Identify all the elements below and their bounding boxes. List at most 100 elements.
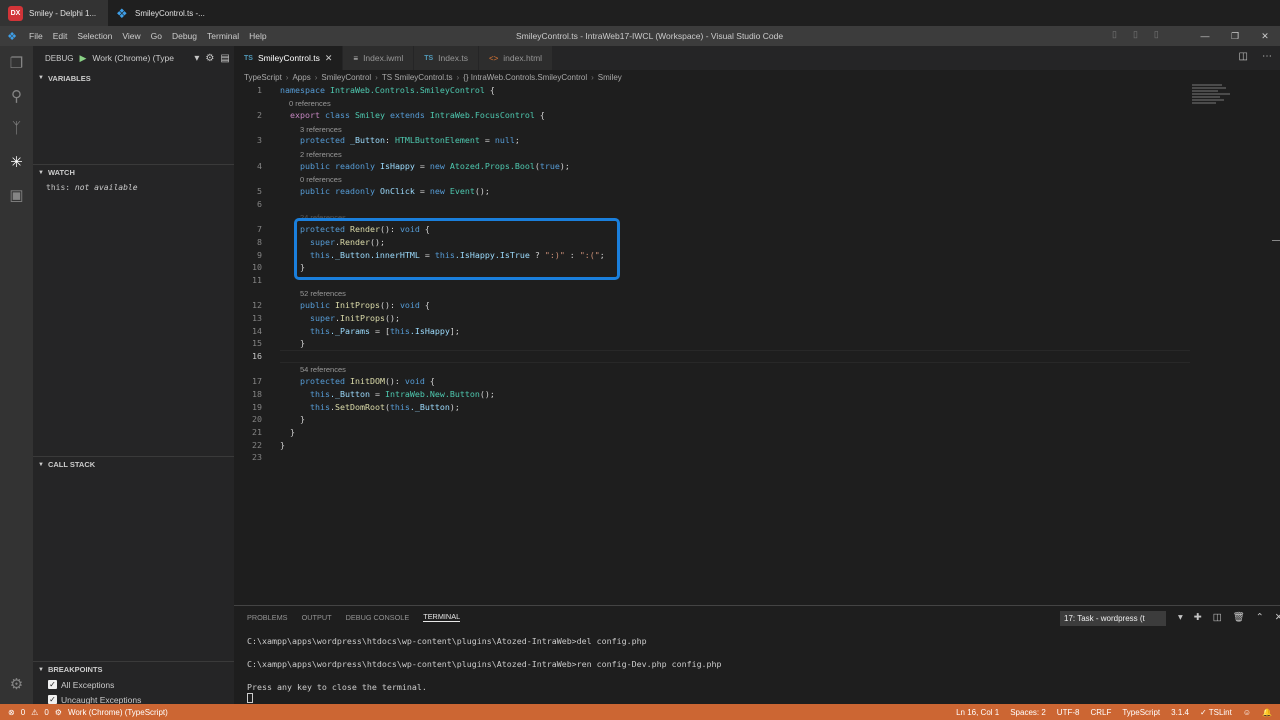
encoding[interactable]: UTF-8 [1057, 708, 1080, 717]
menu-terminal[interactable]: Terminal [202, 31, 244, 41]
breadcrumb-item[interactable]: {} IntraWeb.Controls.SmileyControl [463, 73, 587, 82]
annotation-highlight-box [294, 218, 620, 280]
line-number: 3 [257, 135, 262, 145]
callstack-section-header[interactable]: ▼ CALL STACK [33, 456, 234, 472]
warning-count[interactable]: 0 [44, 708, 48, 717]
editor-actions: ◫ ⋯ [1239, 51, 1272, 62]
indentation[interactable]: Spaces: 2 [1010, 708, 1046, 717]
tab-debug-console[interactable]: DEBUG CONSOLE [346, 613, 410, 622]
menu-go[interactable]: Go [146, 31, 167, 41]
breadcrumb-item[interactable]: TypeScript [244, 73, 282, 82]
cursor-position[interactable]: Ln 16, Col 1 [956, 708, 999, 717]
line-number: 16 [252, 351, 262, 361]
tab-output[interactable]: OUTPUT [302, 613, 332, 622]
watch-value: not available [74, 183, 138, 192]
chevron-down-icon[interactable]: ▾ [194, 53, 199, 64]
warning-icon[interactable]: ⚠ [31, 708, 38, 717]
breadcrumb-item[interactable]: TS SmileyControl.ts [382, 73, 453, 82]
line-number: 21 [252, 427, 262, 437]
watch-section-header[interactable]: ▼ WATCH [33, 164, 234, 180]
layout-icon[interactable]: ▯ [1154, 29, 1159, 40]
checkbox-checked[interactable]: ✓ [48, 695, 57, 704]
error-count[interactable]: 0 [21, 708, 25, 717]
debug-label: DEBUG [45, 53, 74, 63]
minimize-icon[interactable]: — [1190, 26, 1220, 46]
status-debug-config[interactable]: Work (Chrome) (TypeScript) [68, 708, 168, 717]
breadcrumb-item[interactable]: Apps [292, 73, 310, 82]
tab-smileycontrol-ts[interactable]: TS SmileyControl.ts ✕ [234, 46, 344, 70]
menu-edit[interactable]: Edit [48, 31, 73, 41]
checkbox-checked[interactable]: ✓ [48, 680, 57, 689]
taskbar-item-label: Smiley - Delphi 1... [29, 8, 97, 18]
close-window-icon[interactable]: ✕ [1250, 26, 1280, 46]
debug-config-select[interactable]: Work (Chrome) (Type [92, 53, 188, 63]
code-line: protected InitDOM(): void { [300, 376, 435, 386]
debug-sidebar: DEBUG ▶ Work (Chrome) (Type ▾ ⚙ ▤ ▼ VARI… [33, 46, 234, 705]
terminal-instance-select[interactable]: 17: Task - wordpress (t [1060, 611, 1166, 626]
start-debugging-icon[interactable]: ▶ [79, 53, 86, 64]
callstack-body [33, 472, 234, 661]
language-mode[interactable]: TypeScript [1122, 708, 1160, 717]
menu-debug[interactable]: Debug [167, 31, 202, 41]
tab-index-html[interactable]: <> index.html [478, 46, 554, 70]
split-terminal-icon[interactable]: ◫ [1213, 612, 1222, 623]
line-ending[interactable]: CRLF [1090, 708, 1111, 717]
source-control-icon[interactable]: ᛉ [0, 112, 33, 145]
more-actions-icon[interactable]: ⋯ [1262, 51, 1272, 62]
settings-gear-icon[interactable]: ⚙ [0, 667, 33, 700]
extensions-icon[interactable]: ▣ [0, 178, 33, 211]
gear-icon[interactable]: ⚙ [205, 53, 214, 64]
taskbar-item-delphi[interactable]: DX Smiley - Delphi 1... [0, 0, 108, 26]
split-editor-icon[interactable]: ◫ [1239, 51, 1248, 62]
code-line: public InitProps(): void { [300, 300, 430, 310]
close-icon[interactable]: ✕ [1275, 612, 1280, 623]
code-editor[interactable]: 1 2 3 4 5 6 7 8 9 10 11 12 13 14 15 16 1… [234, 84, 1280, 605]
variables-section-header[interactable]: ▼ VARIABLES [33, 70, 234, 86]
restore-icon[interactable]: ❐ [1220, 26, 1250, 46]
tab-terminal[interactable]: TERMINAL [423, 612, 461, 622]
search-icon[interactable]: ⚲ [0, 79, 33, 112]
taskbar-item-vscode[interactable]: ❖ SmileyControl.ts -... [108, 0, 216, 26]
errors-icon[interactable]: ⊗ [8, 708, 15, 717]
breadcrumb-item[interactable]: Smiley [598, 73, 622, 82]
line-number: 6 [257, 199, 262, 209]
notifications-icon[interactable]: 🔔 [1262, 708, 1272, 717]
feedback-icon[interactable]: ☺ [1243, 708, 1251, 717]
close-icon[interactable]: ✕ [325, 53, 333, 64]
menu-help[interactable]: Help [244, 31, 271, 41]
menu-selection[interactable]: Selection [72, 31, 117, 41]
scrollbar[interactable] [1272, 240, 1280, 241]
linter-status[interactable]: ✓ TSLint [1200, 708, 1232, 717]
chevron-down-icon[interactable]: ▾ [1178, 612, 1183, 623]
ts-version[interactable]: 3.1.4 [1171, 708, 1189, 717]
breadcrumb-item[interactable]: SmileyControl [321, 73, 371, 82]
explorer-icon[interactable]: ❐ [0, 46, 33, 79]
code-line: namespace IntraWeb.Controls.SmileyContro… [280, 85, 495, 95]
minimap[interactable] [1192, 84, 1240, 114]
layout-icon[interactable]: ▯ [1112, 29, 1117, 40]
html-file-icon: <> [488, 53, 499, 63]
tab-problems[interactable]: PROBLEMS [247, 613, 288, 622]
maximize-panel-icon[interactable]: ⌃ [1256, 612, 1264, 623]
tab-index-ts[interactable]: TS Index.ts [414, 46, 479, 70]
tab-index-iwml[interactable]: ≡ Index.iwml [343, 46, 415, 70]
watch-item[interactable]: this: not available [33, 180, 234, 194]
menu-file[interactable]: File [24, 31, 48, 41]
terminal-line: C:\xampp\apps\wordpress\htdocs\wp-conten… [247, 636, 647, 646]
menu-view[interactable]: View [117, 31, 145, 41]
code-line: } [290, 427, 295, 437]
line-number: 5 [257, 186, 262, 196]
line-number: 10 [252, 262, 262, 272]
os-taskbar: DX Smiley - Delphi 1... ❖ SmileyControl.… [0, 0, 1280, 26]
trash-icon[interactable]: 🗑 [1233, 612, 1245, 623]
debug-icon[interactable]: ✳ [0, 145, 33, 178]
activity-bar: ❐ ⚲ ᛉ ✳ ▣ ⚙ [0, 46, 33, 704]
debug-console-icon[interactable]: ▤ [220, 53, 229, 64]
add-terminal-icon[interactable]: ✚ [1194, 612, 1202, 623]
layout-icon[interactable]: ▯ [1133, 29, 1138, 40]
breakpoint-item[interactable]: ✓ All Exceptions [33, 677, 234, 692]
terminal-select-value: 17: Task - wordpress (t [1064, 614, 1145, 623]
terminal-line: C:\xampp\apps\wordpress\htdocs\wp-conten… [247, 659, 722, 669]
breakpoints-section-header[interactable]: ▼ BREAKPOINTS [33, 661, 234, 677]
terminal-line: Press any key to close the terminal. [247, 682, 427, 692]
